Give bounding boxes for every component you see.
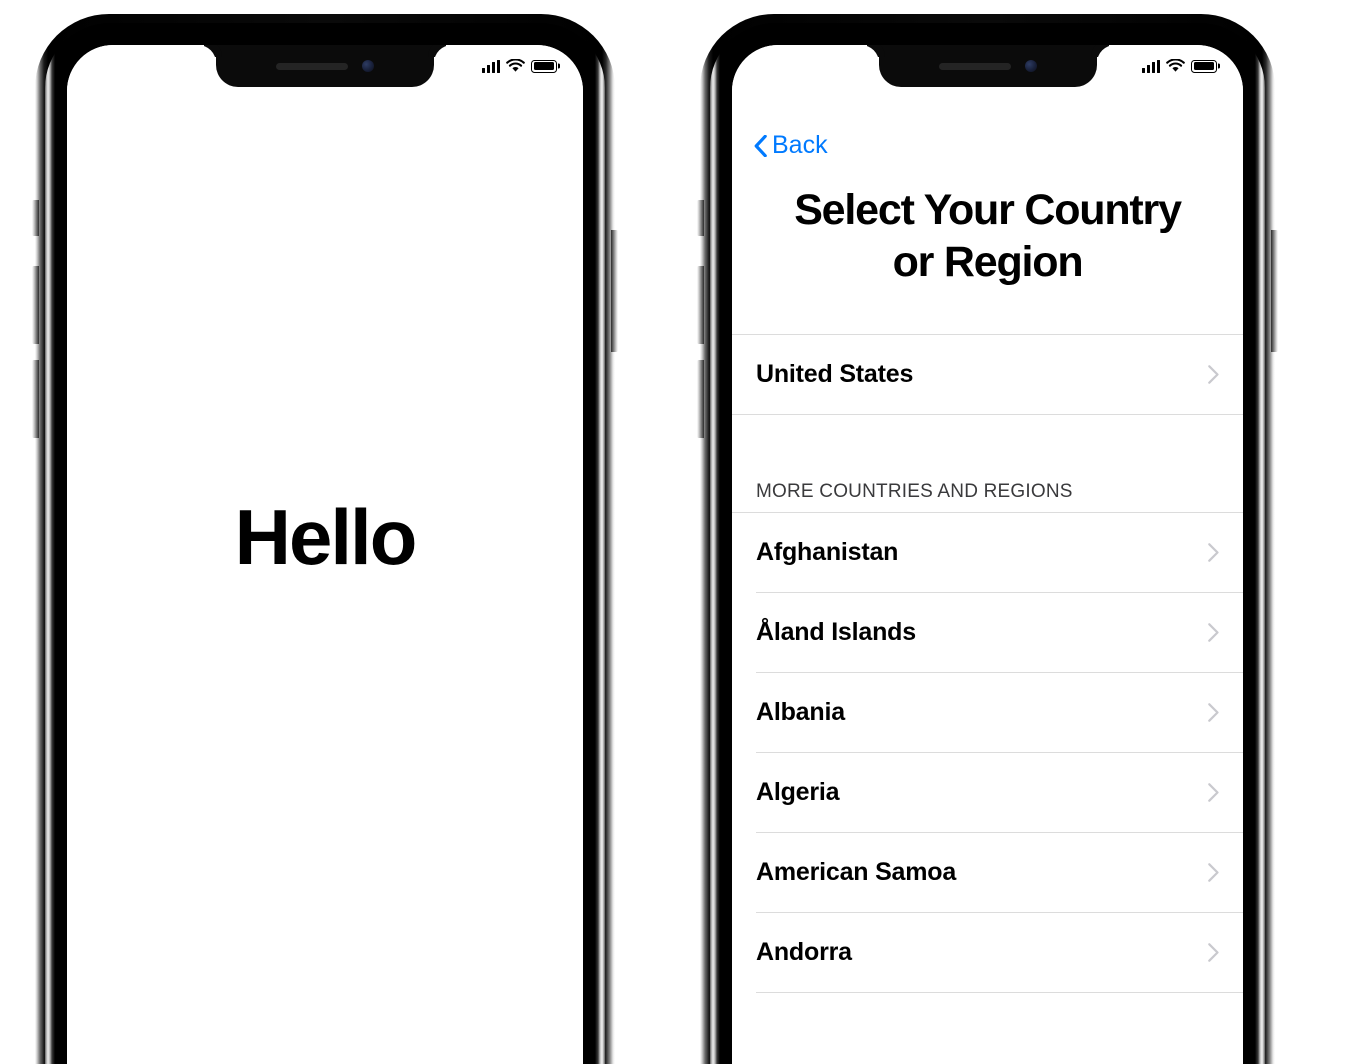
list-item-label: Albania xyxy=(756,698,845,727)
list-item-afghanistan[interactable]: Afghanistan xyxy=(732,513,1243,593)
page-title-line-1: Select Your Country xyxy=(794,185,1182,234)
status-bar-right xyxy=(1142,59,1217,73)
selected-country-section: United States xyxy=(732,334,1243,416)
power-button-right[interactable] xyxy=(1271,230,1278,352)
more-countries-section: MORE COUNTRIES AND REGIONS Afghanistan Å… xyxy=(732,481,1243,994)
section-header-more-countries: MORE COUNTRIES AND REGIONS xyxy=(756,481,1073,503)
list-item-label: Algeria xyxy=(756,778,840,807)
chevron-left-icon xyxy=(754,134,767,157)
silent-switch-right[interactable] xyxy=(697,200,704,236)
front-camera-icon xyxy=(1024,60,1037,72)
chevron-right-icon xyxy=(1208,365,1219,385)
page-title: Select Your Country or Region xyxy=(766,184,1209,289)
cellular-signal-icon xyxy=(482,59,500,73)
device-iphone-left: Hello xyxy=(32,14,618,1064)
chevron-right-icon xyxy=(1208,543,1219,563)
cellular-signal-icon xyxy=(1142,59,1160,73)
wifi-icon xyxy=(1166,59,1185,72)
chevron-right-icon xyxy=(1208,783,1219,803)
list-item-label: Andorra xyxy=(756,938,852,967)
front-camera-icon xyxy=(362,60,374,72)
country-select-screen: Back Select Your Country or Region United… xyxy=(732,45,1243,1064)
page-title-line-2: or Region xyxy=(892,237,1084,286)
list-item-andorra[interactable]: Andorra xyxy=(732,913,1243,993)
separator xyxy=(756,992,1243,994)
volume-up-button-left[interactable] xyxy=(32,266,39,344)
volume-down-button-right[interactable] xyxy=(697,360,704,438)
battery-icon xyxy=(1191,59,1217,73)
chevron-right-icon xyxy=(1208,943,1219,963)
earpiece-speaker-icon xyxy=(938,62,1011,70)
list-item-label: Afghanistan xyxy=(756,538,899,567)
chevron-right-icon xyxy=(1208,623,1219,643)
list-item-label: Åland Islands xyxy=(756,618,916,647)
screen-left: Hello xyxy=(67,45,583,1064)
hello-greeting-text: Hello xyxy=(234,492,418,581)
device-bezel-right: Back Select Your Country or Region United… xyxy=(721,34,1254,1064)
back-button[interactable]: Back xyxy=(754,131,828,160)
status-bar-left xyxy=(482,59,557,73)
wifi-icon xyxy=(506,59,525,72)
back-button-label: Back xyxy=(772,131,828,159)
screen-right: Back Select Your Country or Region United… xyxy=(732,45,1243,1064)
volume-down-button-left[interactable] xyxy=(32,360,39,438)
section-gap xyxy=(732,415,1243,482)
volume-up-button-right[interactable] xyxy=(697,266,704,344)
chevron-right-icon xyxy=(1208,703,1219,723)
hello-screen: Hello xyxy=(67,45,583,1064)
list-item-label: American Samoa xyxy=(756,858,957,887)
power-button-left[interactable] xyxy=(611,230,618,352)
device-bezel-left: Hello xyxy=(56,34,594,1064)
list-item-algeria[interactable]: Algeria xyxy=(732,753,1243,833)
list-item-american-samoa[interactable]: American Samoa xyxy=(732,833,1243,913)
silent-switch-left[interactable] xyxy=(32,200,39,236)
list-item-label: United States xyxy=(756,360,914,389)
list-item-united-states[interactable]: United States xyxy=(732,335,1243,415)
screenshot-stage: Hello Back Select Your Country or Region… xyxy=(0,0,1370,1064)
notch-left xyxy=(216,45,434,87)
chevron-right-icon xyxy=(1208,863,1219,883)
list-item-aland-islands[interactable]: Åland Islands xyxy=(732,593,1243,673)
earpiece-speaker-icon xyxy=(276,62,348,70)
list-item-albania[interactable]: Albania xyxy=(732,673,1243,753)
notch-right xyxy=(878,45,1097,87)
device-iphone-right: Back Select Your Country or Region United… xyxy=(697,14,1278,1064)
battery-icon xyxy=(531,59,557,73)
